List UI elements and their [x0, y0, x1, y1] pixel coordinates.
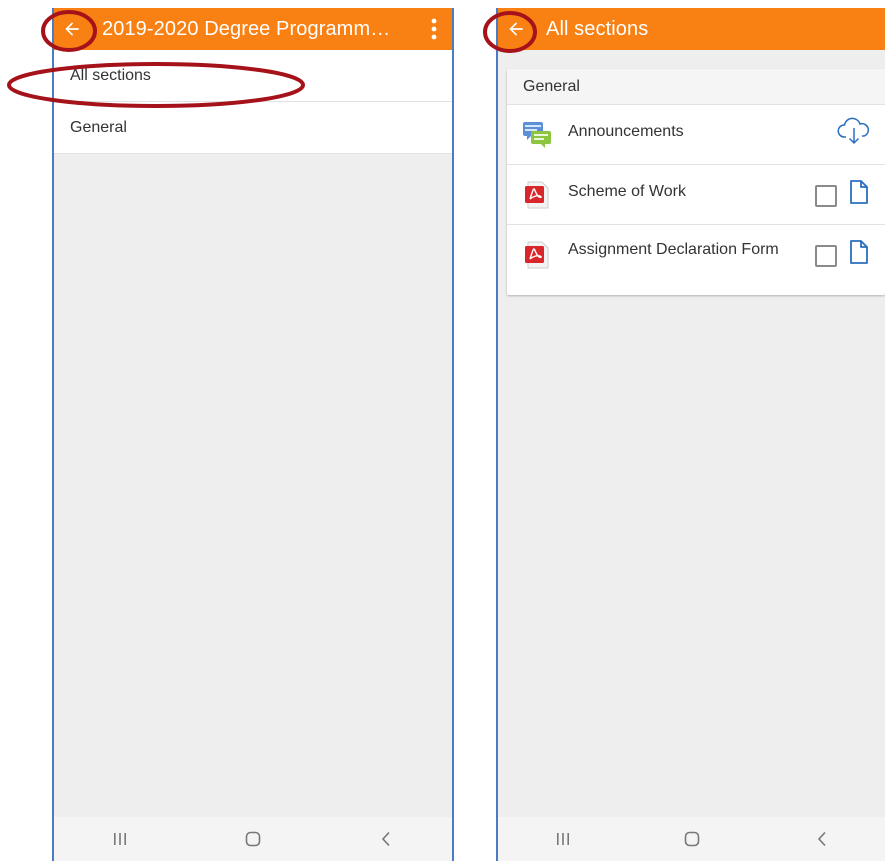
document-icon[interactable]: [847, 179, 871, 210]
recent-apps-icon: [556, 833, 569, 845]
section-item-general[interactable]: General: [54, 102, 452, 154]
section-item-label: General: [70, 118, 127, 136]
completion-checkbox[interactable]: [815, 184, 837, 207]
completion-checkbox[interactable]: [815, 244, 837, 267]
back-button[interactable]: [498, 8, 534, 50]
module-announcements[interactable]: Announcements: [507, 105, 885, 165]
pdf-icon: [519, 177, 555, 213]
page-title: All sections: [546, 17, 649, 40]
module-scheme-of-work[interactable]: Scheme of Work: [507, 165, 885, 225]
back-chevron-icon: [818, 831, 826, 847]
system-nav-bar: [54, 817, 452, 861]
right-screen: All sections General Announcements Schem…: [496, 8, 885, 861]
section-item-all[interactable]: All sections: [54, 50, 452, 102]
module-label: Assignment Declaration Form: [568, 241, 779, 258]
recent-apps-button[interactable]: [100, 819, 140, 859]
home-button[interactable]: [233, 819, 273, 859]
left-screen: 2019-2020 Degree Programm… All sections …: [52, 8, 454, 861]
module-assignment-declaration-form[interactable]: Assignment Declaration Form: [507, 225, 885, 295]
forum-icon: [519, 117, 555, 153]
app-bar: All sections: [498, 8, 885, 50]
document-icon[interactable]: [847, 239, 871, 270]
pdf-icon: [519, 237, 555, 273]
arrow-left-icon: [509, 22, 523, 36]
download-cloud-icon[interactable]: [837, 117, 871, 152]
system-back-button[interactable]: [366, 819, 406, 859]
more-vertical-icon: [431, 18, 437, 40]
app-bar: 2019-2020 Degree Programm…: [54, 8, 452, 50]
more-options-button[interactable]: [416, 8, 452, 50]
home-button[interactable]: [672, 819, 712, 859]
home-icon: [685, 831, 700, 847]
section-header: General: [507, 69, 885, 105]
recent-apps-icon: [114, 833, 127, 845]
module-label: Announcements: [568, 123, 684, 140]
recent-apps-button[interactable]: [543, 819, 583, 859]
back-chevron-icon: [381, 831, 390, 847]
arrow-left-icon: [65, 22, 79, 36]
section-list: All sections General: [54, 50, 452, 154]
system-nav-bar: [498, 817, 885, 861]
screenshot-stage: 2019-2020 Degree Programm… All sections …: [0, 0, 885, 861]
home-icon: [245, 831, 261, 847]
section-card: General Announcements Scheme of Work Ass…: [507, 69, 885, 295]
back-button[interactable]: [54, 8, 90, 50]
section-item-label: All sections: [70, 66, 151, 84]
system-back-button[interactable]: [802, 819, 842, 859]
module-label: Scheme of Work: [568, 183, 686, 200]
page-title: 2019-2020 Degree Programm…: [102, 17, 391, 40]
